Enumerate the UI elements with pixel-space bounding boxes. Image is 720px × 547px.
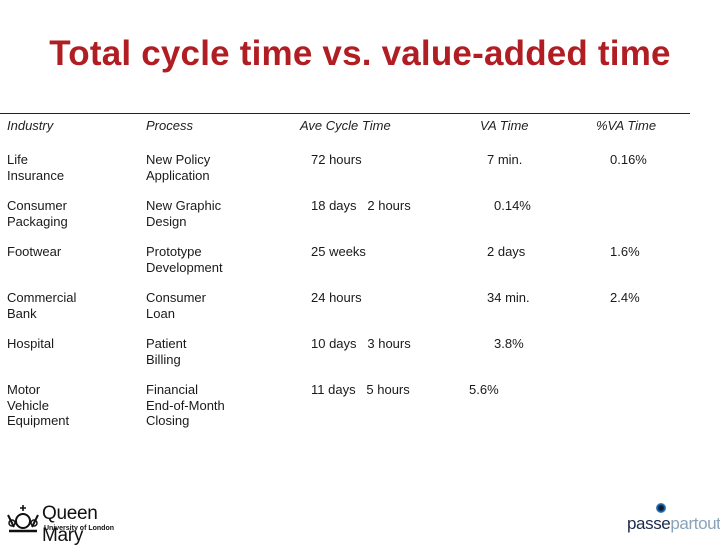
cell-va-time: 3.8% (494, 336, 524, 351)
logo-text-light: partout (670, 514, 720, 533)
cell-industry: Life Insurance (7, 152, 65, 183)
cell-industry: Footwear (7, 244, 62, 259)
header-process: Process (146, 118, 193, 133)
logo-text-dark: passe (627, 514, 671, 533)
cell-industry: Consumer Packaging (7, 198, 68, 229)
passepartout-wordmark: passepartout (627, 514, 720, 534)
cell-cycle-time: 10 days 3 hours (311, 336, 411, 351)
header-va-time: VA Time (480, 118, 529, 133)
cell-cycle-time: 11 days 5 hours (311, 382, 410, 397)
cell-va-time: 2 days (487, 244, 526, 259)
cell-industry: Motor Vehicle Equipment (7, 382, 70, 428)
cell-process: Prototype Development (146, 244, 223, 275)
cell-process: New Graphic Design (146, 198, 222, 229)
cell-process: New Policy Application (146, 152, 211, 183)
cell-va-time: 34 min. (487, 290, 530, 305)
cell-cycle-time: 25 weeks (311, 244, 366, 259)
cell-cycle-time: 24 hours (311, 290, 362, 305)
cell-va-time: 7 min. (487, 152, 523, 167)
cell-va-time: 5.6% (469, 382, 499, 397)
cell-cycle-time: 18 days 2 hours (311, 198, 411, 213)
queen-mary-logo: Queen Mary University of London (6, 503, 141, 546)
cell-pct-va: 0.16% (610, 152, 647, 167)
passepartout-logo: passepartout (626, 503, 720, 537)
header-divider (0, 113, 690, 114)
cell-process: Patient Billing (146, 336, 187, 367)
cell-pct-va: 1.6% (610, 244, 640, 259)
crown-icon (7, 505, 39, 533)
cell-industry: Hospital (7, 336, 54, 351)
cell-va-time: 0.14% (494, 198, 531, 213)
header-industry: Industry (7, 118, 54, 133)
cell-process: Financial End-of-Month Closing (146, 382, 225, 428)
cell-process: Consumer Loan (146, 290, 206, 321)
queen-mary-subtitle: University of London (44, 525, 114, 532)
cell-pct-va: 2.4% (610, 290, 640, 305)
slide-title: Total cycle time vs. value-added time (49, 34, 671, 73)
header-pct-va-time: %VA Time (596, 118, 657, 133)
cell-cycle-time: 72 hours (311, 152, 362, 167)
eye-dot-icon (656, 503, 666, 513)
cell-industry: Commercial Bank (7, 290, 77, 321)
header-cycle-time: Ave Cycle Time (300, 118, 391, 133)
